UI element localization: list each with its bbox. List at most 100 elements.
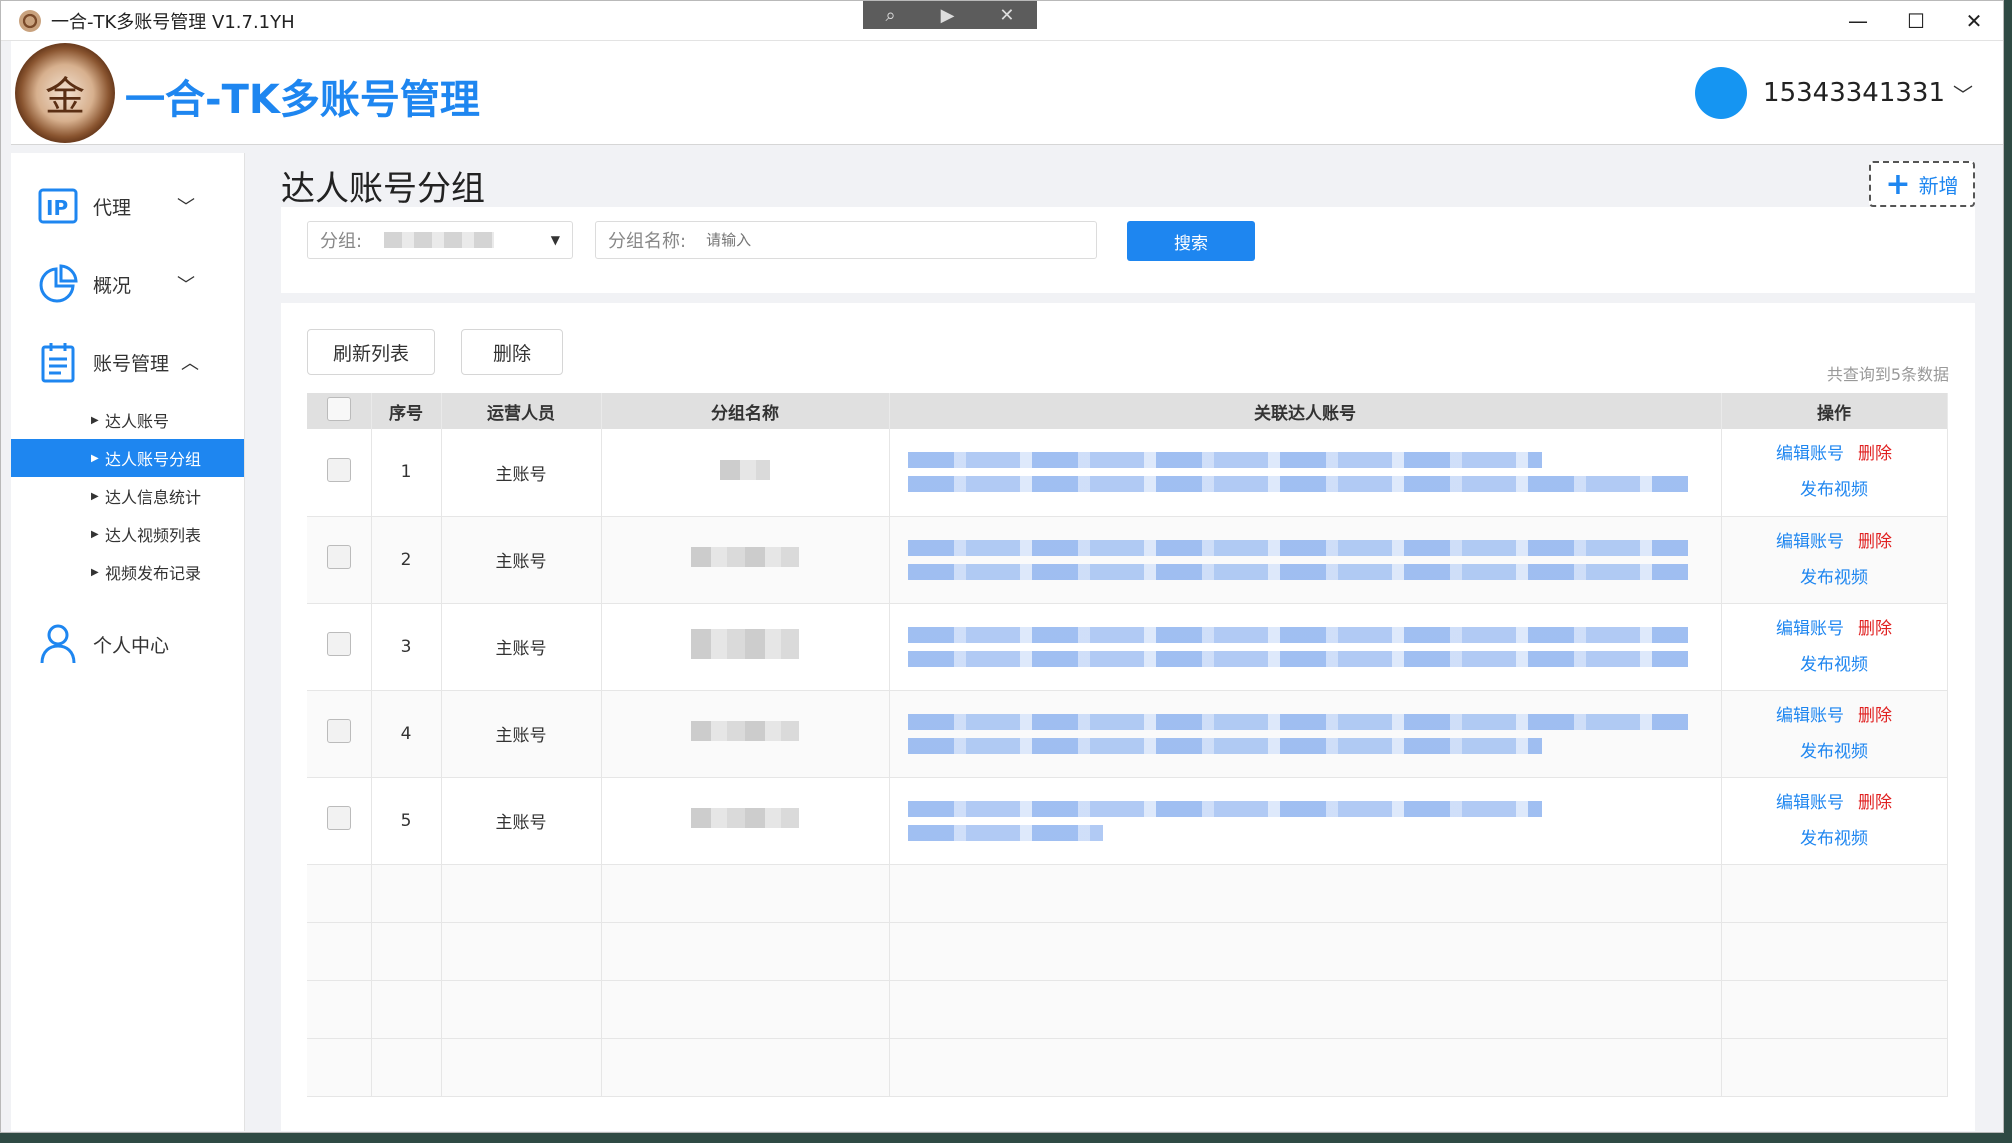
table-row: 5 主账号 编辑账号 删除 发布视频 <box>307 777 1948 865</box>
publish-video-link[interactable]: 发布视频 <box>1800 742 1868 762</box>
edit-account-link[interactable]: 编辑账号 <box>1776 444 1844 464</box>
edit-account-link[interactable]: 编辑账号 <box>1776 793 1844 813</box>
chevron-down-icon: ﹀ <box>177 197 195 218</box>
select-all-checkbox[interactable] <box>326 396 351 421</box>
edit-account-link[interactable]: 编辑账号 <box>1776 706 1844 726</box>
publish-video-link[interactable]: 发布视频 <box>1800 480 1868 500</box>
group-name-redacted <box>691 721 799 741</box>
publish-video-link[interactable]: 发布视频 <box>1800 829 1868 849</box>
result-count: 共查询到5条数据 <box>1826 365 1949 384</box>
sidebar-subitem-account-groups[interactable]: ▶ 达人账号分组 <box>11 439 244 477</box>
linked-accounts-redacted <box>889 777 1722 865</box>
delete-row-link[interactable]: 删除 <box>1858 619 1892 639</box>
sidebar-subitem-video-list[interactable]: ▶ 达人视频列表 <box>11 515 244 553</box>
user-menu[interactable]: 15343341331 ﹀ <box>1695 67 1973 119</box>
empty-row <box>307 980 1948 1039</box>
delete-row-link[interactable]: 删除 <box>1858 444 1892 464</box>
row-operator: 主账号 <box>441 603 602 691</box>
row-index: 2 <box>371 516 442 604</box>
search-icon[interactable]: ⌕ <box>885 5 895 26</box>
list-panel: 刷新列表 删除 共查询到5条数据 序号 运营人员 分组名称 关联达人账号 操作 <box>281 303 1975 1131</box>
close-icon[interactable]: ✕ <box>999 5 1014 26</box>
search-button[interactable]: 搜索 <box>1127 221 1255 261</box>
clipboard-icon <box>37 341 79 383</box>
row-checkbox[interactable] <box>326 457 351 482</box>
row-checkbox[interactable] <box>326 632 351 656</box>
delete-row-link[interactable]: 删除 <box>1858 532 1892 552</box>
sidebar-item-overview[interactable]: 概况 ﹀ <box>11 245 244 323</box>
table-row: 3 主账号 编辑账号 删除 发布视频 <box>307 603 1948 691</box>
sidebar-item-profile[interactable]: 个人中心 <box>11 605 244 683</box>
play-icon[interactable]: ▶ <box>941 5 955 26</box>
row-index: 1 <box>371 429 442 517</box>
table-row: 2 主账号 编辑账号 删除 发布视频 <box>307 516 1948 604</box>
caret-right-icon: ▶ <box>91 414 99 426</box>
caret-right-icon: ▶ <box>91 490 99 502</box>
caret-right-icon: ▶ <box>91 566 99 578</box>
table-header-row: 序号 运营人员 分组名称 关联达人账号 操作 <box>307 393 1948 429</box>
main-content: 达人账号分组 + 新增 分组: ▼ 分组名称: 搜索 刷新列表 删除 共查询到5… <box>255 153 2003 1131</box>
delete-button[interactable]: 删除 <box>461 329 563 375</box>
user-icon <box>37 623 79 665</box>
chevron-up-icon: ︿ <box>181 353 199 374</box>
logo-glyph: 金 <box>45 74 85 120</box>
chevron-down-icon[interactable]: ﹀ <box>1953 79 1973 108</box>
row-operator: 主账号 <box>441 429 602 517</box>
group-name-redacted <box>691 808 799 828</box>
sidebar-item-label: 概况 <box>93 274 132 297</box>
group-name-input[interactable] <box>706 231 1007 249</box>
row-index: 3 <box>371 603 442 691</box>
title-bar: 一合-TK多账号管理 V1.7.1YH ⌕ ▶ ✕ — ☐ ✕ <box>1 1 2003 41</box>
page-title: 达人账号分组 <box>281 169 485 209</box>
sidebar-item-account-management[interactable]: 账号管理 ︿ <box>11 323 244 401</box>
overlay-toolbar: ⌕ ▶ ✕ <box>863 1 1037 29</box>
publish-video-link[interactable]: 发布视频 <box>1800 655 1868 675</box>
column-header: 分组名称 <box>601 393 890 429</box>
minimize-button[interactable]: — <box>1829 1 1887 41</box>
app-icon <box>19 9 41 32</box>
delete-row-link[interactable]: 删除 <box>1858 793 1892 813</box>
caret-right-icon: ▶ <box>91 452 99 464</box>
edit-account-link[interactable]: 编辑账号 <box>1776 532 1844 552</box>
app-header: 金 一合-TK多账号管理 15343341331 ﹀ <box>11 41 2003 145</box>
group-name-field[interactable]: 分组名称: <box>595 221 1097 259</box>
column-header: 序号 <box>371 393 442 429</box>
chevron-down-icon: ﹀ <box>177 275 195 296</box>
edit-account-link[interactable]: 编辑账号 <box>1776 619 1844 639</box>
maximize-button[interactable]: ☐ <box>1887 1 1945 41</box>
pie-chart-icon <box>37 263 79 305</box>
empty-row <box>307 922 1948 981</box>
user-phone[interactable]: 15343341331 <box>1763 78 1945 108</box>
row-operator: 主账号 <box>441 690 602 778</box>
sidebar-subitem-influencer-accounts[interactable]: ▶ 达人账号 <box>11 401 244 439</box>
caret-down-icon: ▼ <box>550 233 560 247</box>
row-operator: 主账号 <box>441 516 602 604</box>
group-select[interactable]: 分组: ▼ <box>307 221 573 259</box>
row-actions: 编辑账号 删除 发布视频 <box>1721 603 1948 691</box>
column-header: 关联达人账号 <box>889 393 1722 429</box>
linked-accounts-redacted <box>889 516 1722 604</box>
avatar[interactable] <box>1695 67 1748 119</box>
refresh-list-button[interactable]: 刷新列表 <box>307 329 435 375</box>
close-window-button[interactable]: ✕ <box>1945 1 2003 41</box>
sidebar: IP 代理 ﹀ 概况 ﹀ 账号管理 ︿ ▶ 达人账号 ▶ 达人账号分组 ▶ 达人… <box>11 153 245 1131</box>
window-controls: — ☐ ✕ <box>1829 1 2003 41</box>
group-name-redacted <box>691 547 799 567</box>
add-button[interactable]: + 新增 <box>1869 161 1975 207</box>
linked-accounts-redacted <box>889 690 1722 778</box>
delete-row-link[interactable]: 删除 <box>1858 706 1892 726</box>
column-header: 运营人员 <box>441 393 602 429</box>
sidebar-subitem-info-stats[interactable]: ▶ 达人信息统计 <box>11 477 244 515</box>
row-actions: 编辑账号 删除 发布视频 <box>1721 429 1948 517</box>
sidebar-subitem-publish-records[interactable]: ▶ 视频发布记录 <box>11 553 244 591</box>
publish-video-link[interactable]: 发布视频 <box>1800 568 1868 588</box>
sidebar-item-label: 代理 <box>93 196 132 219</box>
row-checkbox[interactable] <box>326 806 351 830</box>
brand-name: 一合-TK多账号管理 <box>125 77 480 123</box>
row-checkbox[interactable] <box>326 719 351 743</box>
selected-group-value <box>384 232 495 248</box>
row-checkbox[interactable] <box>326 545 351 569</box>
group-name-redacted <box>691 629 799 659</box>
sidebar-item-proxy[interactable]: IP 代理 ﹀ <box>11 167 244 245</box>
sidebar-item-label: 账号管理 <box>93 352 170 375</box>
